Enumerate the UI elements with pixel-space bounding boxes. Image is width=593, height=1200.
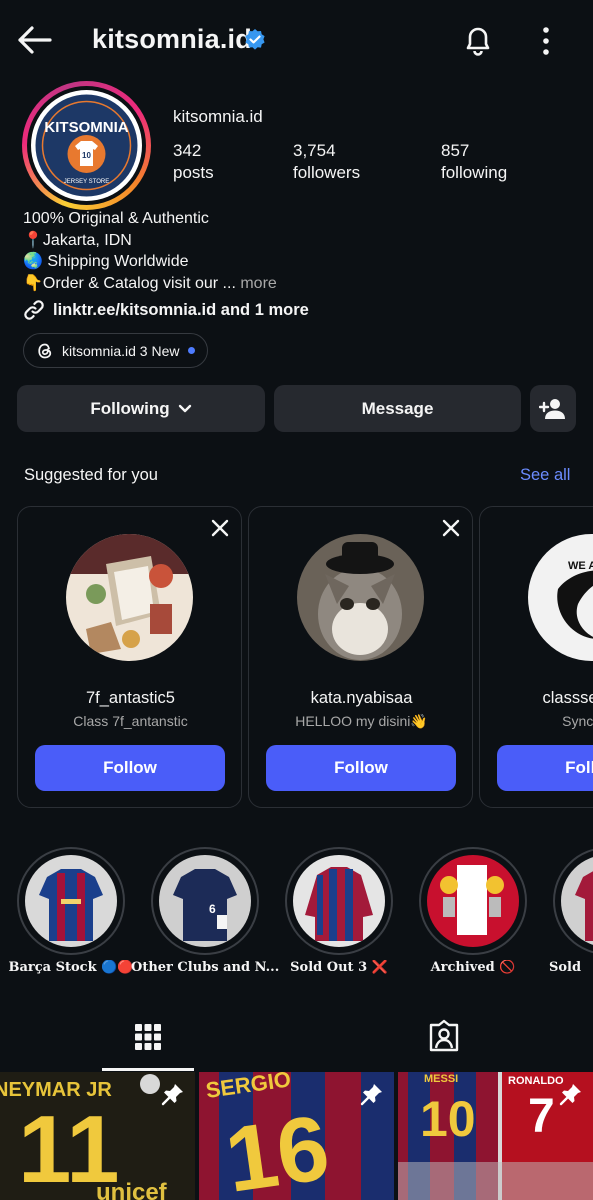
bell-icon[interactable] bbox=[460, 22, 496, 58]
threads-icon bbox=[38, 343, 52, 358]
profile-avatar: KITSOMNIA 10 JERSEY STORE bbox=[31, 90, 142, 201]
stat-posts[interactable]: 342 posts bbox=[173, 140, 214, 184]
post-jersey-name: MESSI bbox=[424, 1073, 458, 1085]
see-all-link[interactable]: See all bbox=[520, 466, 570, 485]
highlight-label: Archived 🚫 bbox=[430, 960, 516, 975]
close-icon[interactable] bbox=[442, 519, 460, 537]
bio-line: 👇Order & Catalog visit our ... more bbox=[23, 273, 573, 295]
following-label: Following bbox=[90, 398, 170, 418]
pin-icon bbox=[559, 1084, 581, 1106]
highlight-cover bbox=[25, 855, 117, 947]
header-username: kitsomnia.id bbox=[92, 24, 252, 54]
post-second-number: 7 bbox=[528, 1090, 555, 1143]
avatar-brand: KITSOMNIA bbox=[44, 119, 128, 136]
svg-text:WE ARE: WE ARE bbox=[568, 560, 593, 572]
post-second-name: RONALDO bbox=[508, 1075, 564, 1087]
highlight-label: Sold Out 3 ❌ bbox=[290, 960, 388, 975]
post-thumbnail[interactable]: MESSI 10 RONALDO 7 bbox=[398, 1072, 593, 1200]
tagged-icon[interactable] bbox=[427, 1019, 461, 1053]
suggestion-subtitle: Class 7f_antanstic bbox=[73, 713, 188, 729]
stat-label: followers bbox=[293, 163, 361, 182]
post-thumbnail[interactable]: SERGIO 16 bbox=[199, 1072, 394, 1200]
bio-text: 👇Order & Catalog visit our ... bbox=[23, 274, 236, 292]
follow-button[interactable]: Follow bbox=[497, 745, 593, 791]
link-icon bbox=[24, 300, 44, 320]
threads-label: kitsomnia.id 3 New bbox=[62, 342, 180, 359]
story-ring[interactable]: KITSOMNIA 10 JERSEY STORE bbox=[22, 81, 151, 210]
threads-badge[interactable]: kitsomnia.id 3 New bbox=[23, 333, 208, 368]
highlight-cover: 6 bbox=[159, 855, 251, 947]
svg-text:6: 6 bbox=[209, 902, 216, 916]
bio-link[interactable]: linktr.ee/kitsomnia.id and 1 more bbox=[23, 299, 309, 321]
profile-page: kitsomnia.id KITSOMNIA 10 JERSEY STORE k… bbox=[0, 0, 593, 1200]
close-icon[interactable] bbox=[211, 519, 229, 537]
suggestion-subtitle: HELLOO my disini👋 bbox=[295, 713, 428, 729]
grid-icon[interactable] bbox=[134, 1023, 162, 1051]
avatar-sub: JERSEY STORE bbox=[64, 179, 109, 185]
bio-more-link[interactable]: more bbox=[240, 275, 276, 292]
back-arrow-icon[interactable] bbox=[16, 24, 52, 56]
more-vertical-icon[interactable] bbox=[532, 24, 560, 58]
pin-icon bbox=[161, 1084, 183, 1106]
stat-following[interactable]: 857 following bbox=[441, 140, 507, 184]
verified-icon bbox=[245, 29, 265, 50]
bio: 100% Original & Authentic 📍Jakarta, IDN … bbox=[23, 208, 573, 294]
suggestion-card: 7f_antastic5 Class 7f_antanstic Follow bbox=[17, 506, 242, 808]
highlight-label: Other Clubs and N... bbox=[131, 960, 279, 975]
suggestion-username[interactable]: 7f_antastic5 bbox=[18, 689, 241, 708]
add-user-button[interactable] bbox=[530, 385, 576, 432]
avatar-number: 10 bbox=[82, 151, 91, 160]
stat-value: 857 bbox=[441, 141, 470, 160]
highlight-cover bbox=[293, 855, 385, 947]
profile-tabs bbox=[0, 1005, 593, 1071]
highlight-label: Barça Stock 🔵🔴 bbox=[8, 960, 134, 975]
post-jersey-number: 10 bbox=[420, 1091, 476, 1147]
suggestion-avatar[interactable] bbox=[297, 534, 424, 661]
post-thumbnail[interactable]: NEYMAR JR 11 unicef bbox=[0, 1072, 195, 1200]
suggestion-username[interactable]: classsevenon bbox=[480, 689, 593, 708]
top-bar: kitsomnia.id bbox=[0, 0, 593, 82]
stat-label: posts bbox=[173, 163, 214, 182]
new-indicator-dot bbox=[187, 347, 195, 354]
suggestion-username[interactable]: kata.nyabisaa bbox=[249, 689, 472, 708]
suggestion-subtitle: Syncee.N bbox=[562, 713, 593, 729]
suggestion-card: WE ARE classsevenon Syncee.N Follow bbox=[479, 506, 593, 808]
stat-label: following bbox=[441, 163, 508, 182]
bio-link-text: linktr.ee/kitsomnia.id and 1 more bbox=[53, 300, 309, 319]
following-button[interactable]: Following bbox=[17, 385, 265, 432]
message-button[interactable]: Message bbox=[274, 385, 521, 432]
suggestion-avatar[interactable]: WE ARE bbox=[528, 534, 593, 661]
bio-line: 📍Jakarta, IDN bbox=[23, 231, 132, 249]
follow-button[interactable]: Follow bbox=[35, 745, 225, 791]
profile-name: kitsomnia.id bbox=[173, 107, 263, 126]
message-label: Message bbox=[361, 398, 434, 418]
stat-value: 3,754 bbox=[293, 141, 336, 160]
suggestion-card: kata.nyabisaa HELLOO my disini👋 Follow bbox=[248, 506, 473, 808]
chevron-down-icon bbox=[178, 404, 191, 412]
stat-followers[interactable]: 3,754 followers bbox=[293, 140, 360, 184]
follow-button[interactable]: Follow bbox=[266, 745, 456, 791]
post-sponsor: unicef bbox=[96, 1179, 168, 1200]
add-user-icon bbox=[539, 398, 565, 419]
highlight-label: Sold bbox=[549, 960, 582, 975]
stat-value: 342 bbox=[173, 141, 202, 160]
suggested-title: Suggested for you bbox=[24, 466, 158, 484]
bio-line: 🌏 Shipping Worldwide bbox=[23, 253, 189, 270]
post-jersey-number: 16 bbox=[220, 1097, 336, 1200]
highlight-cover bbox=[427, 855, 519, 947]
bio-line: 100% Original & Authentic bbox=[23, 210, 209, 227]
pin-icon bbox=[360, 1084, 382, 1106]
active-tab-indicator bbox=[102, 1068, 194, 1071]
suggestion-avatar[interactable] bbox=[66, 534, 193, 661]
